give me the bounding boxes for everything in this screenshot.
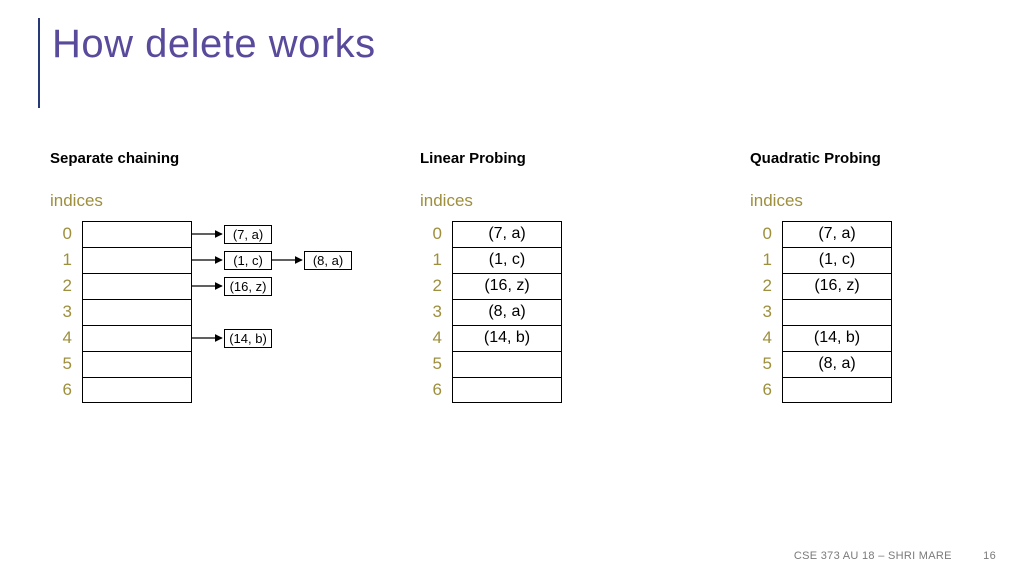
index-cell: 1 <box>50 247 72 273</box>
index-cell: 2 <box>420 273 442 299</box>
linear-probing-table: 0 1 2 3 4 5 6 (7, a) (1, c) (16, z) (8, … <box>420 221 730 403</box>
bucket-cell <box>82 273 192 299</box>
footer-course: CSE 373 AU 18 – SHRI MARE <box>794 550 952 562</box>
slot-cell <box>452 377 562 403</box>
index-cell: 5 <box>750 351 772 377</box>
index-cell: 6 <box>50 377 72 403</box>
separate-chaining-column: Separate chaining indices 0 1 2 3 4 5 6 <box>0 150 400 403</box>
index-cell: 3 <box>750 299 772 325</box>
bucket-cell <box>82 221 192 247</box>
chain-node: (14, b) <box>224 329 272 348</box>
slot-cell: (7, a) <box>782 221 892 247</box>
slot-cell: (14, b) <box>782 325 892 351</box>
index-column: 0 1 2 3 4 5 6 <box>420 221 442 403</box>
chain-node: (16, z) <box>224 277 272 296</box>
slot-cell: (14, b) <box>452 325 562 351</box>
slot-cell <box>782 299 892 325</box>
bucket-column <box>82 221 192 403</box>
chain-node: (8, a) <box>304 251 352 270</box>
slot-cell: (1, c) <box>452 247 562 273</box>
index-cell: 0 <box>420 221 442 247</box>
index-cell: 5 <box>420 351 442 377</box>
bucket-cell <box>82 377 192 403</box>
index-cell: 1 <box>750 247 772 273</box>
index-cell: 4 <box>420 325 442 351</box>
slot-cell: (16, z) <box>782 273 892 299</box>
separate-chaining-table: 0 1 2 3 4 5 6 <box>50 221 400 403</box>
bucket-cell <box>82 325 192 351</box>
slot-column: (7, a) (1, c) (16, z) (8, a) (14, b) <box>452 221 562 403</box>
indices-label: indices <box>750 191 1020 211</box>
title-accent-bar <box>38 18 40 108</box>
slide-footer: CSE 373 AU 18 – SHRI MARE 16 <box>794 550 996 562</box>
chain-node: (7, a) <box>224 225 272 244</box>
indices-label: indices <box>50 191 400 211</box>
quadratic-probing-table: 0 1 2 3 4 5 6 (7, a) (1, c) (16, z) (14,… <box>750 221 1020 403</box>
slot-cell <box>782 377 892 403</box>
slot-cell: (7, a) <box>452 221 562 247</box>
index-cell: 2 <box>750 273 772 299</box>
bucket-cell <box>82 351 192 377</box>
index-cell: 3 <box>420 299 442 325</box>
chain-node: (1, c) <box>224 251 272 270</box>
slot-cell <box>452 351 562 377</box>
separate-chaining-heading: Separate chaining <box>50 150 400 167</box>
index-cell: 0 <box>50 221 72 247</box>
slot-cell: (16, z) <box>452 273 562 299</box>
footer-page-number: 16 <box>983 550 996 562</box>
index-cell: 6 <box>750 377 772 403</box>
index-column: 0 1 2 3 4 5 6 <box>50 221 72 403</box>
index-cell: 4 <box>750 325 772 351</box>
linear-probing-heading: Linear Probing <box>420 150 730 167</box>
indices-label: indices <box>420 191 730 211</box>
linear-probing-column: Linear Probing indices 0 1 2 3 4 5 6 (7,… <box>400 150 730 403</box>
slot-cell: (1, c) <box>782 247 892 273</box>
index-cell: 6 <box>420 377 442 403</box>
index-cell: 1 <box>420 247 442 273</box>
bucket-cell <box>82 299 192 325</box>
bucket-cell <box>82 247 192 273</box>
slot-cell: (8, a) <box>452 299 562 325</box>
index-cell: 5 <box>50 351 72 377</box>
index-column: 0 1 2 3 4 5 6 <box>750 221 772 403</box>
slot-cell: (8, a) <box>782 351 892 377</box>
content-row: Separate chaining indices 0 1 2 3 4 5 6 <box>0 150 1024 403</box>
quadratic-probing-heading: Quadratic Probing <box>750 150 1020 167</box>
index-cell: 2 <box>50 273 72 299</box>
index-cell: 3 <box>50 299 72 325</box>
slide-title: How delete works <box>52 22 376 67</box>
quadratic-probing-column: Quadratic Probing indices 0 1 2 3 4 5 6 … <box>730 150 1020 403</box>
slot-column: (7, a) (1, c) (16, z) (14, b) (8, a) <box>782 221 892 403</box>
index-cell: 0 <box>750 221 772 247</box>
index-cell: 4 <box>50 325 72 351</box>
